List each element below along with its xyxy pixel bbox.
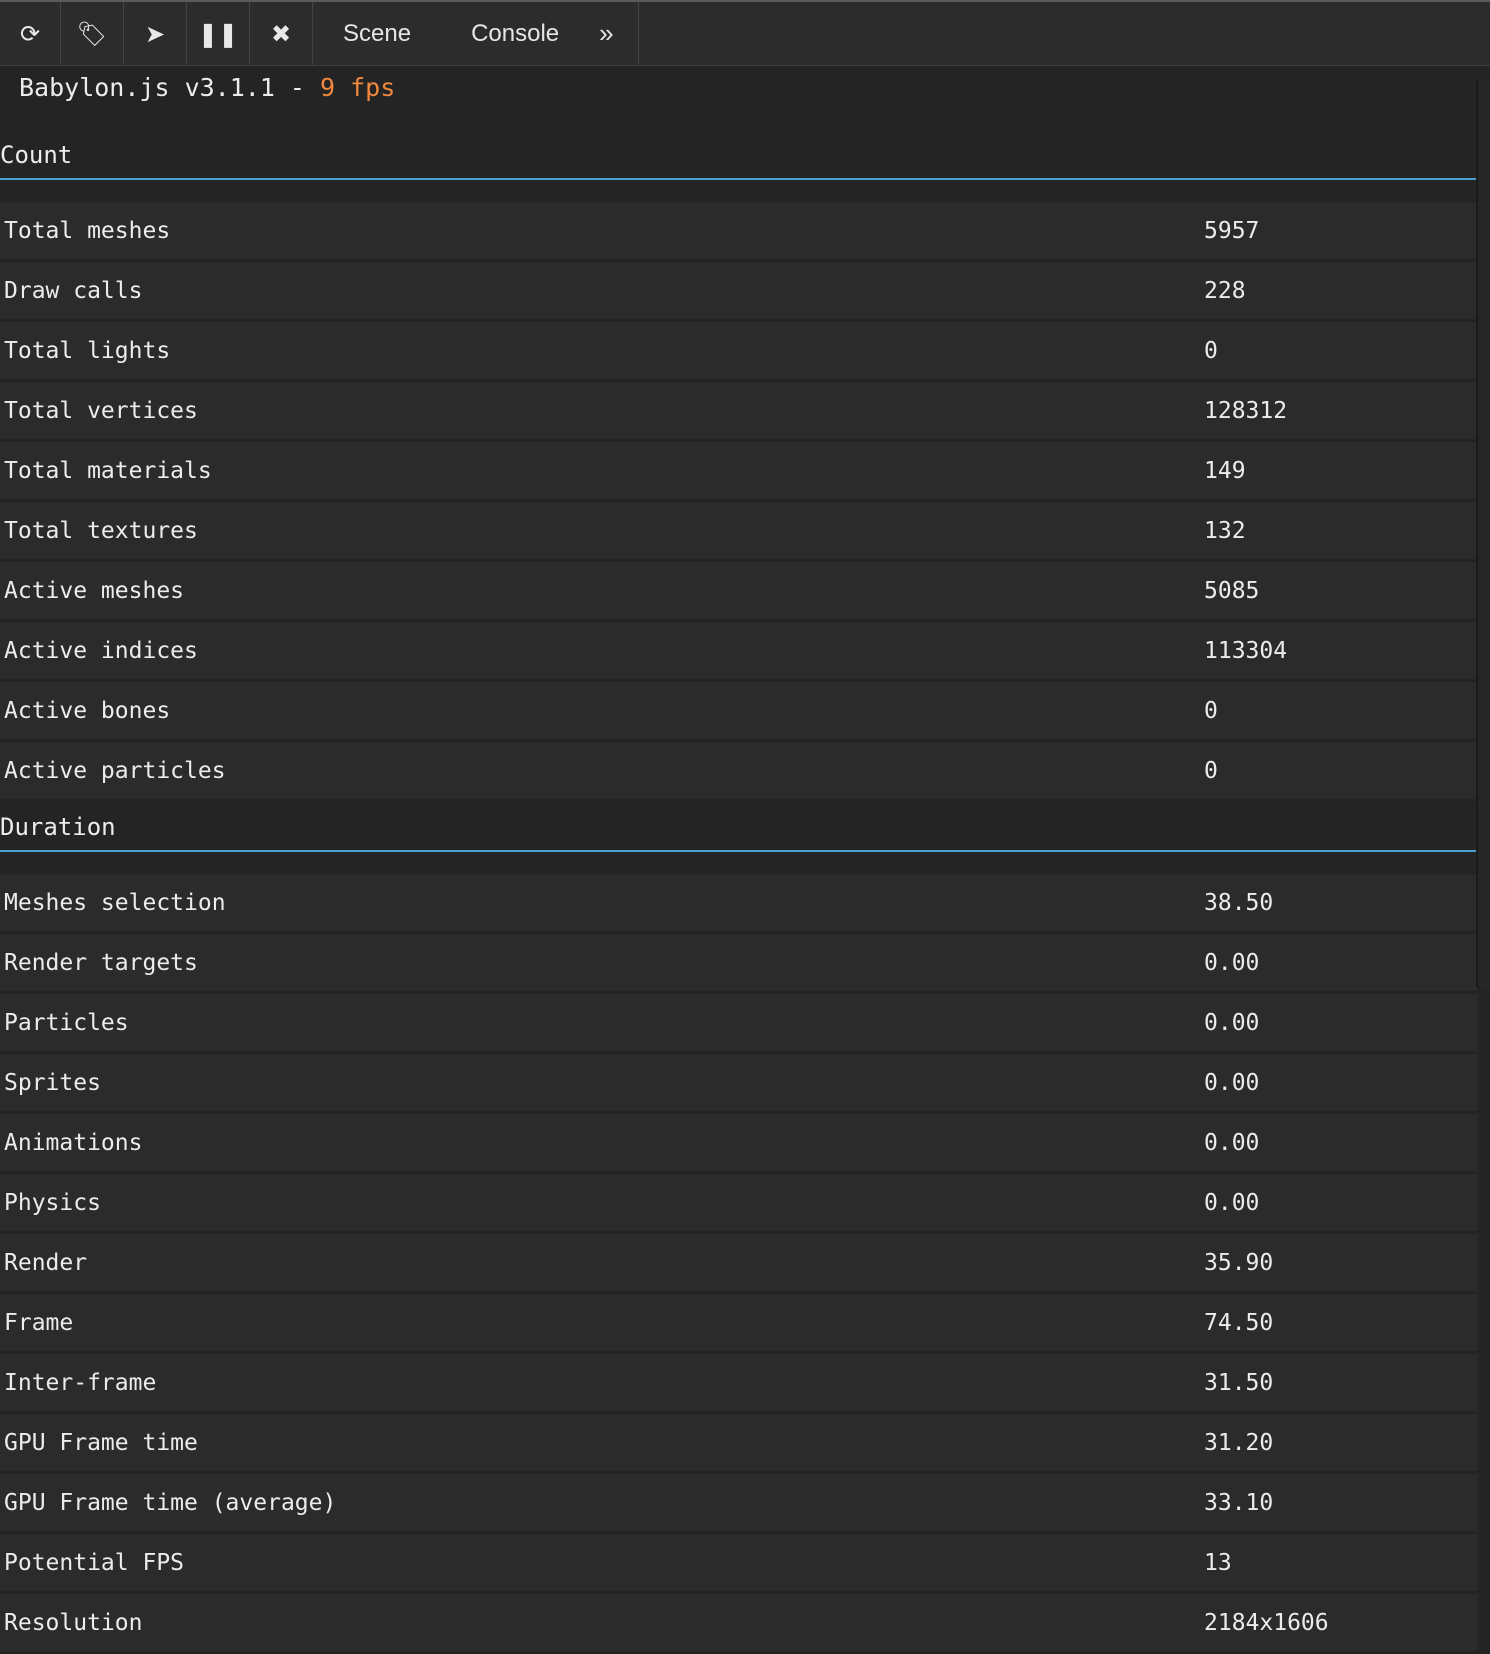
toolbar: ⟳ 🏷 ➤ ❚❚ ✖ Scene Console » — [0, 0, 1490, 66]
stat-value: 0.00 — [1204, 1189, 1260, 1216]
pointer-icon[interactable]: ➤ — [124, 2, 187, 65]
stat-value: 228 — [1204, 277, 1246, 304]
stat-row: Frame 74.50 — [0, 1294, 1478, 1354]
stat-label: Potential FPS — [4, 1549, 185, 1576]
stat-value: 0 — [1204, 757, 1218, 784]
pause-icon[interactable]: ❚❚ — [187, 2, 250, 65]
stat-label: Frame — [4, 1309, 74, 1336]
stat-label: GPU Frame time (average) — [4, 1489, 337, 1516]
stat-label: Physics — [4, 1189, 101, 1216]
stat-row: Render targets 0.00 — [0, 934, 1478, 994]
stat-value: 0.00 — [1204, 1129, 1260, 1156]
stat-value: 0.00 — [1204, 1069, 1260, 1096]
duration-rows: Meshes selection 38.50 Render targets 0.00 P… — [0, 874, 1478, 1654]
stat-value: 31.50 — [1204, 1369, 1274, 1396]
stat-row: Total meshes 5957 — [0, 202, 1478, 262]
stat-label: Total lights — [4, 337, 171, 364]
stat-value: 0.00 — [1204, 1009, 1260, 1036]
stat-row: Active particles 0 — [0, 742, 1478, 802]
scrollbar[interactable] — [1476, 78, 1490, 990]
stat-row: Total vertices 128312 — [0, 382, 1478, 442]
stat-value: 33.10 — [1204, 1489, 1274, 1516]
stat-row: Physics 0.00 — [0, 1174, 1478, 1234]
stat-label: GPU Frame time — [4, 1429, 198, 1456]
close-icon[interactable]: ✖ — [250, 2, 313, 65]
stat-row: Sprites 0.00 — [0, 1054, 1478, 1114]
stat-row: Total lights 0 — [0, 322, 1478, 382]
stat-label: Total vertices — [4, 397, 198, 424]
stat-value: 128312 — [1204, 397, 1288, 424]
stat-label: Render — [4, 1249, 88, 1276]
stat-value: 35.90 — [1204, 1249, 1274, 1276]
stat-label: Inter-frame — [4, 1369, 157, 1396]
engine-version: Babylon.js v3.1.1 - — [19, 73, 321, 102]
stat-label: Total meshes — [4, 217, 171, 244]
count-rows: Total meshes 5957 Draw calls 228 Total light… — [0, 202, 1478, 802]
stat-label: Total textures — [4, 517, 198, 544]
stat-label: Active indices — [4, 637, 198, 664]
stat-row: Active bones 0 — [0, 682, 1478, 742]
stat-row: Draw calls 228 — [0, 262, 1478, 322]
stat-value: 0.00 — [1204, 949, 1260, 976]
stat-row: Render 35.90 — [0, 1234, 1478, 1294]
stat-value: 132 — [1204, 517, 1246, 544]
stat-value: 38.50 — [1204, 889, 1274, 916]
stat-value: 5957 — [1204, 217, 1260, 244]
stat-row: Particles 0.00 — [0, 994, 1478, 1054]
stat-label: Draw calls — [4, 277, 143, 304]
stat-row: Total textures 132 — [0, 502, 1478, 562]
stat-row: Active indices 113304 — [0, 622, 1478, 682]
stat-label: Meshes selection — [4, 889, 226, 916]
tags-icon[interactable]: 🏷 — [61, 2, 124, 65]
stat-row: GPU Frame time (average) 33.10 — [0, 1474, 1478, 1534]
more-tabs-icon[interactable]: » — [589, 2, 639, 65]
stat-row: GPU Frame time 31.20 — [0, 1414, 1478, 1474]
section-title-duration: Duration — [0, 802, 1478, 852]
stats-panel: Count Total meshes 5957 Draw calls 228 Total… — [0, 130, 1478, 1654]
stat-label: Animations — [4, 1129, 143, 1156]
stat-value: 0 — [1204, 337, 1218, 364]
stat-label: Active particles — [4, 757, 226, 784]
stat-value: 113304 — [1204, 637, 1288, 664]
section-title-count: Count — [0, 130, 1478, 180]
tab-scene[interactable]: Scene — [313, 2, 441, 65]
stat-value: 2184x1606 — [1204, 1609, 1329, 1636]
stat-value: 5085 — [1204, 577, 1260, 604]
stat-label: Active bones — [4, 697, 171, 724]
stat-value: 0 — [1204, 697, 1218, 724]
stat-row: Active meshes 5085 — [0, 562, 1478, 622]
stat-value: 31.20 — [1204, 1429, 1274, 1456]
engine-version-line: Babylon.js v3.1.1 - 9 fps — [19, 70, 395, 106]
fps-counter: 9 fps — [320, 73, 396, 102]
stat-row: Total materials 149 — [0, 442, 1478, 502]
stat-label: Resolution — [4, 1609, 143, 1636]
stat-label: Total materials — [4, 457, 212, 484]
stat-label: Particles — [4, 1009, 129, 1036]
stat-row: Resolution 2184x1606 — [0, 1594, 1478, 1654]
stat-label: Sprites — [4, 1069, 101, 1096]
refresh-icon[interactable]: ⟳ — [0, 2, 61, 65]
stat-value: 13 — [1204, 1549, 1232, 1576]
stat-row: Animations 0.00 — [0, 1114, 1478, 1174]
stat-label: Render targets — [4, 949, 198, 976]
stat-row: Meshes selection 38.50 — [0, 874, 1478, 934]
stat-value: 74.50 — [1204, 1309, 1274, 1336]
stat-label: Active meshes — [4, 577, 185, 604]
tab-console[interactable]: Console — [441, 2, 589, 65]
stat-row: Potential FPS 13 — [0, 1534, 1478, 1594]
stat-row: Inter-frame 31.50 — [0, 1354, 1478, 1414]
stat-value: 149 — [1204, 457, 1246, 484]
